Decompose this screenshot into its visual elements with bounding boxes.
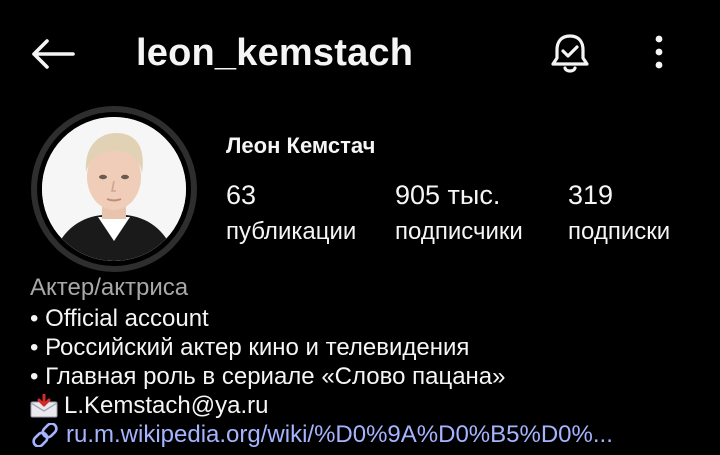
avatar-portrait [42, 117, 186, 261]
incoming-envelope-icon [30, 393, 58, 417]
more-options-button[interactable] [646, 32, 672, 74]
following-stat[interactable]: 319 подписки [568, 180, 670, 246]
link-icon [32, 423, 58, 447]
bio-email: L.Kemstach@ya.ru [64, 392, 269, 419]
bell-check-icon [551, 34, 589, 73]
bio-line: • Российский актер кино и телевидения [30, 334, 470, 361]
posts-count: 63 [226, 180, 257, 210]
followers-stat[interactable]: 905 тыс. подписчики [395, 180, 523, 246]
posts-label: публикации [226, 218, 357, 245]
bio-link[interactable]: ru.m.wikipedia.org/wiki/%D0%9A%D0%B5%D0%… [30, 420, 720, 450]
following-count: 319 [568, 180, 614, 210]
arrow-left-icon [32, 39, 75, 69]
bio-line: • Главная роль в сериале «Слово пацана» [30, 363, 506, 390]
notifications-button[interactable] [545, 28, 595, 78]
avatar[interactable] [42, 117, 186, 261]
profile-username: leon_kemstach [136, 32, 414, 74]
vertical-dots-icon [655, 35, 663, 69]
profile-bio: Актер/актриса • Official account • Росси… [30, 272, 720, 450]
bio-email-line: L.Kemstach@ya.ru [30, 391, 720, 420]
following-label: подписки [568, 218, 671, 245]
bio-link-text[interactable]: ru.m.wikipedia.org/wiki/%D0%9A%D0%B5%D0%… [66, 420, 613, 450]
profile-header: leon_kemstach [0, 0, 720, 105]
followers-count: 905 тыс. [395, 180, 501, 210]
profile-category: Актер/актриса [30, 274, 189, 301]
followers-label: подписчики [395, 218, 523, 245]
back-button[interactable] [28, 34, 76, 74]
posts-stat[interactable]: 63 публикации [226, 180, 356, 246]
bio-line: • Official account [30, 305, 209, 332]
profile-full-name: Леон Кемстач [226, 133, 376, 158]
